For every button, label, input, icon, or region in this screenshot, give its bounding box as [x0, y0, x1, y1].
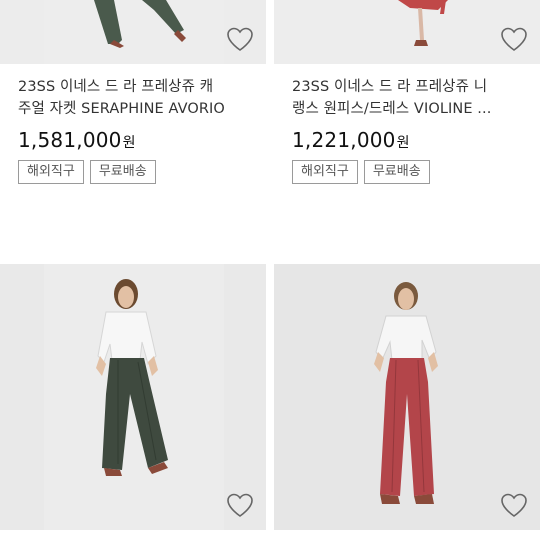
product-price: 1,221,000원	[292, 128, 504, 152]
product-image[interactable]	[0, 0, 266, 64]
model-photo	[318, 264, 498, 530]
product-card[interactable]	[274, 264, 540, 530]
product-image[interactable]	[274, 264, 540, 530]
product-title-line: 주얼 자켓 SERAPHINE AVORIO	[18, 101, 225, 117]
price-value: 1,581,000	[18, 128, 122, 152]
model-photo	[44, 0, 224, 64]
product-title-line: 23SS 이네스 드 라 프레상쥬 니	[292, 79, 488, 95]
product-card[interactable]: 23SS 이네스 드 라 프레상쥬 캐 주얼 자켓 SERAPHINE AVOR…	[0, 0, 266, 184]
product-title-line: 23SS 이네스 드 라 프레상쥬 캐	[18, 79, 214, 95]
product-title[interactable]: 23SS 이네스 드 라 프레상쥬 캐 주얼 자켓 SERAPHINE AVOR…	[18, 76, 246, 120]
product-title-line: 랭스 원피스/드레스 VIOLINE ...	[292, 101, 492, 117]
wishlist-heart-icon[interactable]	[500, 26, 528, 52]
badge-list: 해외직구 무료배송	[292, 160, 504, 184]
free-shipping-badge: 무료배송	[89, 160, 156, 184]
badge-list: 해외직구 무료배송	[18, 160, 230, 184]
wishlist-heart-icon[interactable]	[500, 492, 528, 518]
product-card[interactable]	[0, 264, 266, 530]
model-photo	[318, 0, 498, 64]
product-image[interactable]	[274, 0, 540, 64]
price-value: 1,221,000	[292, 128, 396, 152]
product-price: 1,581,000원	[18, 128, 230, 152]
overseas-direct-badge: 해외직구	[292, 160, 358, 184]
wishlist-heart-icon[interactable]	[226, 492, 254, 518]
model-photo	[44, 264, 224, 530]
currency-label: 원	[122, 135, 136, 151]
product-card[interactable]: 23SS 이네스 드 라 프레상쥬 니 랭스 원피스/드레스 VIOLINE .…	[274, 0, 540, 184]
product-grid: 23SS 이네스 드 라 프레상쥬 캐 주얼 자켓 SERAPHINE AVOR…	[0, 0, 540, 540]
free-shipping-badge: 무료배송	[363, 160, 430, 184]
product-image[interactable]	[0, 264, 266, 530]
wishlist-heart-icon[interactable]	[226, 26, 254, 52]
currency-label: 원	[396, 135, 410, 151]
product-title[interactable]: 23SS 이네스 드 라 프레상쥬 니 랭스 원피스/드레스 VIOLINE .…	[292, 76, 520, 120]
overseas-direct-badge: 해외직구	[18, 160, 84, 184]
